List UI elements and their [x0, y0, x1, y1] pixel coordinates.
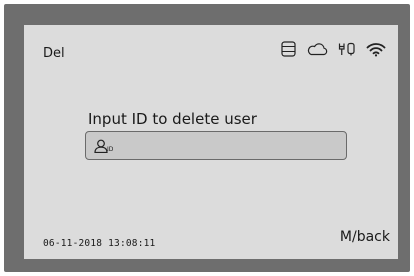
delete-prompt: Input ID to delete user — [88, 110, 257, 128]
wifi-icon — [366, 42, 386, 57]
network-icon — [338, 42, 356, 56]
id-label: ID — [107, 146, 114, 153]
cloud-icon — [306, 42, 328, 56]
device-screen: Del Input ID to delete user ID 06-11-201… — [24, 25, 398, 259]
device-frame: Del Input ID to delete user ID 06-11-201… — [4, 4, 410, 272]
user-id-input[interactable]: ID — [85, 131, 347, 160]
datetime: 06-11-2018 13:08:11 — [43, 238, 156, 249]
database-icon — [281, 41, 296, 57]
status-bar — [281, 41, 386, 57]
page-title: Del — [43, 46, 65, 61]
user-icon — [94, 139, 108, 153]
back-button-hint[interactable]: M/back — [340, 229, 390, 245]
